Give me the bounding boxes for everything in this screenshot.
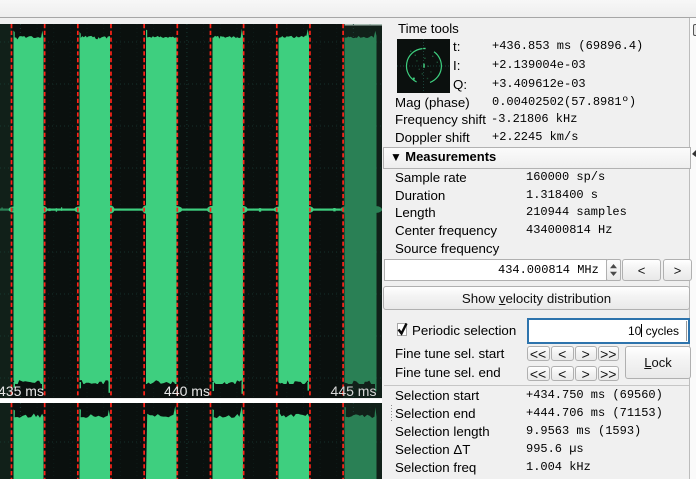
svg-text:435 ms: 435 ms	[0, 383, 44, 398]
svg-text:445 ms: 445 ms	[331, 383, 377, 398]
svg-text:440 ms: 440 ms	[164, 383, 210, 398]
